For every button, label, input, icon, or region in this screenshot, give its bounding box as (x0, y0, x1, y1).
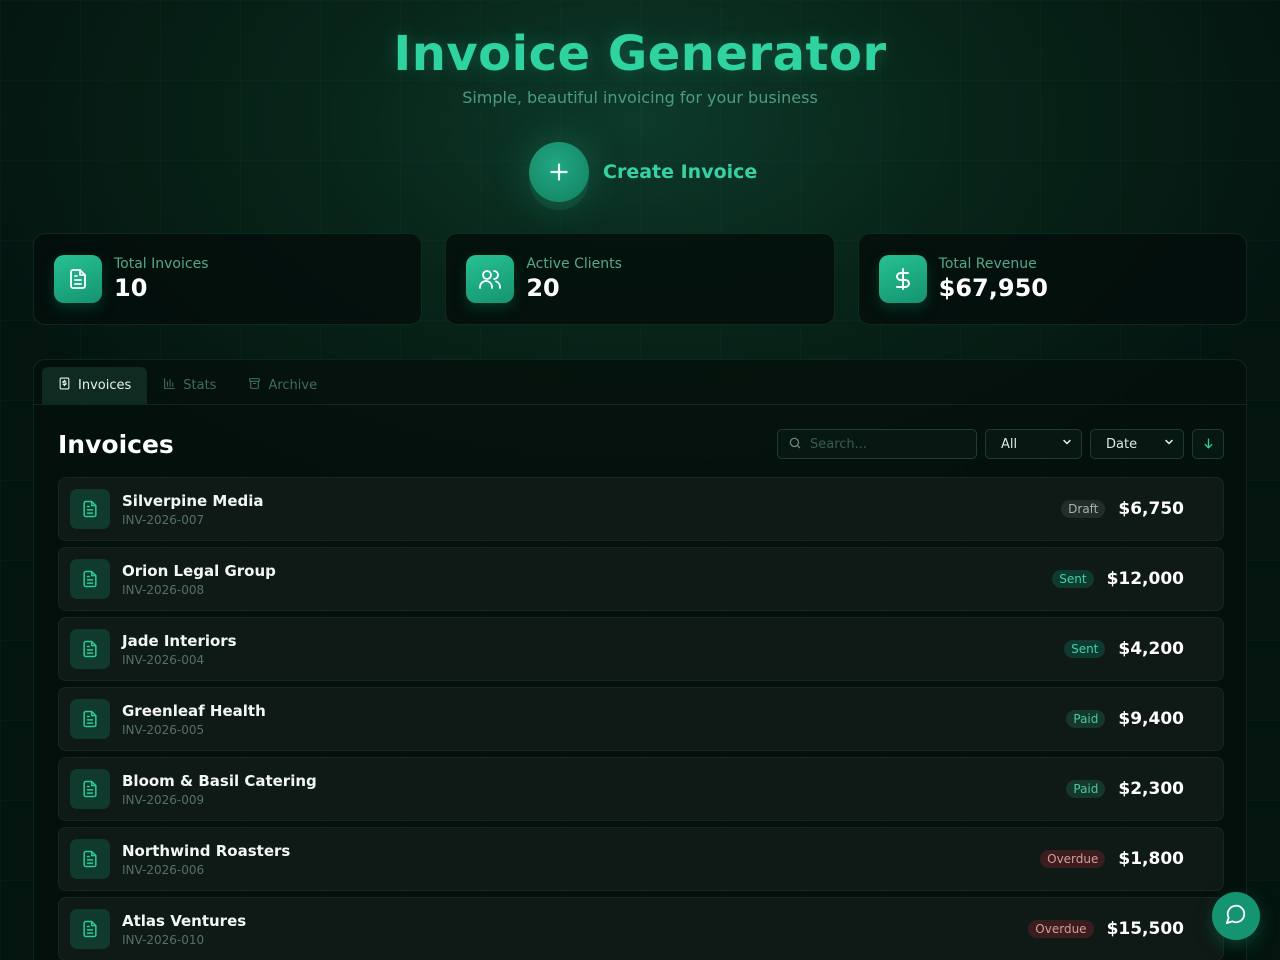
status-badge: Overdue (1040, 850, 1106, 868)
search-input[interactable] (810, 436, 960, 452)
invoice-number: INV-2026-008 (122, 582, 205, 597)
stat-value: 20 (526, 274, 560, 302)
search-icon (788, 435, 802, 454)
bar-chart-icon (163, 377, 176, 394)
document-icon (70, 559, 110, 599)
invoice-row[interactable]: Orion Legal Group INV-2026-008 Sent $12,… (58, 547, 1224, 611)
page-header: Invoice Generator Simple, beautiful invo… (0, 26, 1280, 107)
invoice-icon (58, 377, 71, 394)
invoice-number: INV-2026-007 (122, 512, 205, 527)
status-filter-value: All (1001, 436, 1018, 452)
document-icon (70, 489, 110, 529)
invoice-row[interactable]: Northwind Roasters INV-2026-006 Overdue … (58, 827, 1224, 891)
sort-by-select[interactable]: Date (1090, 429, 1184, 459)
invoice-number: INV-2026-006 (122, 862, 205, 877)
document-icon (70, 769, 110, 809)
chat-button[interactable] (1212, 892, 1260, 940)
sort-direction-button[interactable] (1192, 429, 1224, 459)
status-badge: Paid (1066, 780, 1106, 798)
stat-label: Active Clients (526, 256, 622, 272)
invoices-panel: Invoices Stats Archive Invoices Al (33, 359, 1247, 960)
create-invoice-button[interactable]: Create Invoice (529, 142, 757, 202)
tab-label: Invoices (78, 378, 132, 393)
stat-card-total-revenue: Total Revenue $67,950 (857, 233, 1247, 325)
client-name: Silverpine Media (122, 491, 264, 510)
list-header: Invoices All Date (58, 429, 1224, 459)
invoice-amount: $1,800 (1118, 849, 1184, 869)
document-icon (70, 629, 110, 669)
stat-card-active-clients: Active Clients 20 (445, 233, 835, 325)
invoice-row[interactable]: Atlas Ventures INV-2026-010 Overdue $15,… (58, 897, 1224, 960)
chevron-down-icon (1163, 436, 1175, 452)
status-badge: Sent (1064, 640, 1106, 658)
invoice-list: Silverpine Media INV-2026-007 Draft $6,7… (58, 477, 1224, 960)
client-name: Orion Legal Group (122, 561, 276, 580)
users-icon (466, 255, 515, 303)
client-name: Bloom & Basil Catering (122, 771, 317, 790)
create-invoice-label[interactable]: Create Invoice (603, 161, 757, 183)
invoice-row[interactable]: Bloom & Basil Catering INV-2026-009 Paid… (58, 757, 1224, 821)
status-badge: Overdue (1028, 920, 1094, 938)
status-badge: Draft (1061, 500, 1106, 518)
invoice-number: INV-2026-010 (122, 932, 205, 947)
list-controls: All Date (777, 429, 1224, 459)
status-badge: Sent (1052, 570, 1094, 588)
search-box[interactable] (777, 429, 977, 459)
invoice-number: INV-2026-005 (122, 722, 205, 737)
stat-value: $67,950 (938, 274, 1048, 302)
client-name: Greenleaf Health (122, 701, 266, 720)
invoice-amount: $2,300 (1118, 779, 1184, 799)
chat-bubble-icon (1225, 903, 1247, 929)
archive-icon (248, 377, 261, 394)
sort-by-value: Date (1106, 436, 1138, 452)
invoice-amount: $6,750 (1118, 499, 1184, 519)
invoice-amount: $15,500 (1106, 919, 1184, 939)
chevron-down-icon (1061, 436, 1073, 452)
stats-row: Total Invoices 10 Active Clients 20 Tota… (33, 233, 1247, 325)
stat-value: 10 (114, 274, 148, 302)
document-icon (70, 909, 110, 949)
document-icon (70, 839, 110, 879)
status-badge: Paid (1066, 710, 1106, 728)
tab-label: Stats (183, 378, 217, 393)
page-title: Invoice Generator (393, 26, 887, 82)
document-icon (54, 255, 102, 303)
plus-icon[interactable] (529, 142, 589, 202)
tab-archive[interactable]: Archive (232, 367, 333, 404)
tab-bar: Invoices Stats Archive (34, 360, 1246, 405)
status-filter-select[interactable]: All (985, 429, 1082, 459)
invoice-amount: $9,400 (1118, 709, 1184, 729)
document-icon (70, 699, 110, 739)
invoice-row[interactable]: Silverpine Media INV-2026-007 Draft $6,7… (58, 477, 1224, 541)
page-subtitle: Simple, beautiful invoicing for your bus… (462, 88, 818, 107)
client-name: Northwind Roasters (122, 841, 291, 860)
dollar-icon (878, 255, 927, 303)
tab-invoices[interactable]: Invoices (42, 367, 148, 404)
invoice-number: INV-2026-004 (122, 652, 205, 667)
tab-stats[interactable]: Stats (147, 367, 232, 404)
invoice-row[interactable]: Jade Interiors INV-2026-004 Sent $4,200 (58, 617, 1224, 681)
stat-label: Total Invoices (114, 256, 209, 272)
stat-card-total-invoices: Total Invoices 10 (33, 233, 423, 325)
list-title: Invoices (58, 429, 174, 459)
stat-label: Total Revenue (938, 256, 1037, 272)
invoice-row[interactable]: Greenleaf Health INV-2026-005 Paid $9,40… (58, 687, 1224, 751)
tab-label: Archive (268, 378, 318, 393)
invoice-number: INV-2026-009 (122, 792, 205, 807)
client-name: Atlas Ventures (122, 911, 247, 930)
client-name: Jade Interiors (122, 631, 237, 650)
invoice-amount: $4,200 (1118, 639, 1184, 659)
arrow-down-icon (1202, 435, 1215, 454)
invoice-amount: $12,000 (1106, 569, 1184, 589)
